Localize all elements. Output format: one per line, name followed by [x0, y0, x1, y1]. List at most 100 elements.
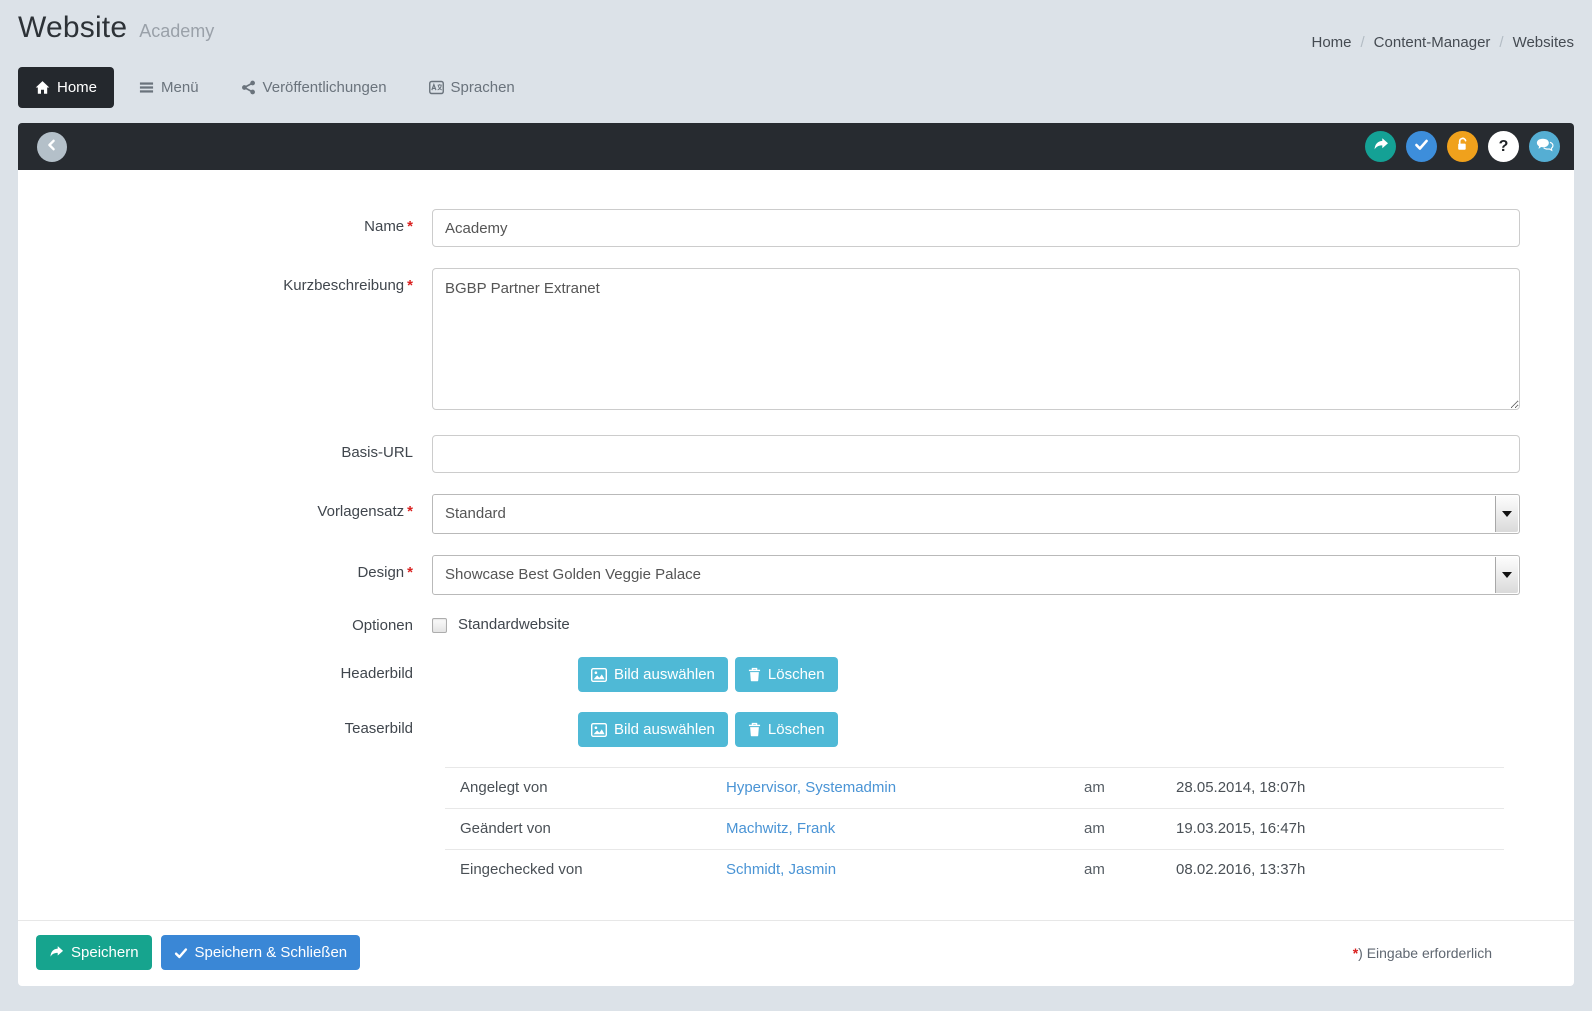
required-asterisk: *: [407, 503, 413, 520]
tab-label: Menü: [161, 79, 199, 96]
chevron-down-icon[interactable]: [1495, 557, 1518, 593]
question-icon: ?: [1499, 138, 1509, 156]
form-row-design: Design* Showcase Best Golden Veggie Pala…: [18, 555, 1574, 595]
teaserbild-label: Teaserbild: [18, 712, 432, 747]
trash-icon: [748, 722, 761, 737]
headerbild-label: Headerbild: [18, 657, 432, 692]
required-note: *) Eingabe erforderlich: [1353, 945, 1556, 961]
kurzbeschreibung-field[interactable]: BGBP Partner Extranet: [432, 268, 1520, 410]
toolbar-actions: ?: [1365, 131, 1560, 162]
form-footer: Speichern Speichern & Schließen *) Einga…: [18, 920, 1574, 986]
basis-url-label: Basis-URL: [18, 435, 432, 473]
chevron-down-icon[interactable]: [1495, 496, 1518, 532]
table-row: Geändert von Machwitz, Frank am 19.03.20…: [445, 808, 1504, 849]
tab-sprachen[interactable]: Sprachen: [412, 67, 532, 108]
page-title-subtitle: Academy: [139, 21, 214, 42]
language-icon: [429, 80, 444, 95]
breadcrumb-content-manager[interactable]: Content-Manager: [1374, 34, 1491, 51]
unlock-icon: [1455, 137, 1470, 156]
home-icon: [35, 80, 50, 95]
page-title: Website Academy: [18, 11, 214, 45]
image-icon: [591, 668, 607, 682]
meta-preposition: am: [1084, 768, 1176, 808]
meta-label: Eingechecked von: [445, 850, 726, 890]
save-button[interactable]: Speichern: [36, 935, 152, 970]
form-row-optionen: Optionen Standardwebsite: [18, 616, 1574, 634]
headerbild-delete-button[interactable]: Löschen: [735, 657, 838, 692]
form-row-headerbild: Headerbild Bild auswählen: [18, 657, 1574, 692]
check-button[interactable]: [1406, 131, 1437, 162]
name-label: Name*: [18, 209, 432, 247]
share-icon: [241, 80, 256, 95]
user-link[interactable]: Schmidt, Jasmin: [726, 861, 836, 878]
tab-label: Veröffentlichungen: [263, 79, 387, 96]
trash-icon: [748, 667, 761, 682]
headerbild-select-image-button[interactable]: Bild auswählen: [578, 657, 728, 692]
toolbar: ?: [18, 123, 1574, 170]
table-row: Eingechecked von Schmidt, Jasmin am 08.0…: [445, 849, 1504, 890]
form-row-teaserbild: Teaserbild Bild auswählen: [18, 712, 1574, 747]
form-area: Name* Kurzbeschreibung* BGBP Partner Ext…: [18, 170, 1574, 920]
standardwebsite-checkbox[interactable]: [432, 618, 447, 633]
teaserbild-delete-button[interactable]: Löschen: [735, 712, 838, 747]
name-field[interactable]: [432, 209, 1520, 247]
teaserbild-select-image-button[interactable]: Bild auswählen: [578, 712, 728, 747]
meta-date: 08.02.2016, 13:37h: [1176, 850, 1504, 890]
save-and-close-button[interactable]: Speichern & Schließen: [161, 935, 361, 970]
check-icon: [1414, 137, 1429, 156]
tab-label: Home: [57, 79, 97, 96]
user-link[interactable]: Machwitz, Frank: [726, 820, 835, 837]
image-icon: [591, 723, 607, 737]
page-header: Website Academy Home / Content-Manager /…: [18, 0, 1574, 51]
vorlagensatz-selected-value: Standard: [445, 495, 506, 533]
meta-preposition: am: [1084, 809, 1176, 849]
vorlagensatz-label: Vorlagensatz*: [18, 494, 432, 534]
unlock-button[interactable]: [1447, 131, 1478, 162]
table-row: Angelegt von Hypervisor, Systemadmin am …: [445, 767, 1504, 808]
check-icon: [174, 946, 188, 960]
page-title-main: Website: [18, 11, 127, 45]
kurzbeschreibung-label: Kurzbeschreibung*: [18, 268, 432, 414]
breadcrumb-separator: /: [1499, 34, 1503, 51]
form-row-vorlagensatz: Vorlagensatz* Standard: [18, 494, 1574, 534]
page: Website Academy Home / Content-Manager /…: [18, 0, 1574, 986]
required-asterisk: *: [407, 218, 413, 235]
vorlagensatz-select[interactable]: Standard: [432, 494, 1520, 534]
design-selected-value: Showcase Best Golden Veggie Palace: [445, 556, 701, 594]
tab-menu[interactable]: Menü: [122, 67, 216, 108]
forward-arrow-icon: [1373, 137, 1389, 157]
comments-icon: [1536, 138, 1554, 156]
design-select[interactable]: Showcase Best Golden Veggie Palace: [432, 555, 1520, 595]
required-asterisk: *: [407, 564, 413, 581]
basis-url-field[interactable]: [432, 435, 1520, 473]
metadata-table: Angelegt von Hypervisor, Systemadmin am …: [445, 767, 1504, 890]
tab-home[interactable]: Home: [18, 67, 114, 108]
tab-bar: Home Menü Veröffentlichungen Sprachen: [18, 67, 1574, 108]
optionen-label: Optionen: [18, 616, 432, 634]
meta-preposition: am: [1084, 850, 1176, 890]
breadcrumb-separator: /: [1361, 34, 1365, 51]
back-button[interactable]: [37, 132, 67, 162]
meta-date: 19.03.2015, 16:47h: [1176, 809, 1504, 849]
breadcrumb-home[interactable]: Home: [1311, 34, 1351, 51]
content-panel: ? Name*: [18, 123, 1574, 986]
standardwebsite-checkbox-label[interactable]: Standardwebsite: [458, 616, 570, 633]
form-row-kurzbeschreibung: Kurzbeschreibung* BGBP Partner Extranet: [18, 268, 1574, 414]
form-row-basis-url: Basis-URL: [18, 435, 1574, 473]
breadcrumb: Home / Content-Manager / Websites: [1311, 34, 1574, 51]
tab-veroeffentlichungen[interactable]: Veröffentlichungen: [224, 67, 404, 108]
meta-label: Angelegt von: [445, 768, 726, 808]
help-button[interactable]: ?: [1488, 131, 1519, 162]
meta-label: Geändert von: [445, 809, 726, 849]
forward-button[interactable]: [1365, 131, 1396, 162]
user-link[interactable]: Hypervisor, Systemadmin: [726, 779, 896, 796]
tab-label: Sprachen: [451, 79, 515, 96]
breadcrumb-websites: Websites: [1513, 34, 1574, 51]
form-row-name: Name*: [18, 209, 1574, 247]
design-label: Design*: [18, 555, 432, 595]
comments-button[interactable]: [1529, 131, 1560, 162]
forward-arrow-icon: [49, 945, 64, 960]
meta-date: 28.05.2014, 18:07h: [1176, 768, 1504, 808]
required-asterisk: *: [407, 277, 413, 294]
chevron-left-icon: [44, 137, 60, 156]
